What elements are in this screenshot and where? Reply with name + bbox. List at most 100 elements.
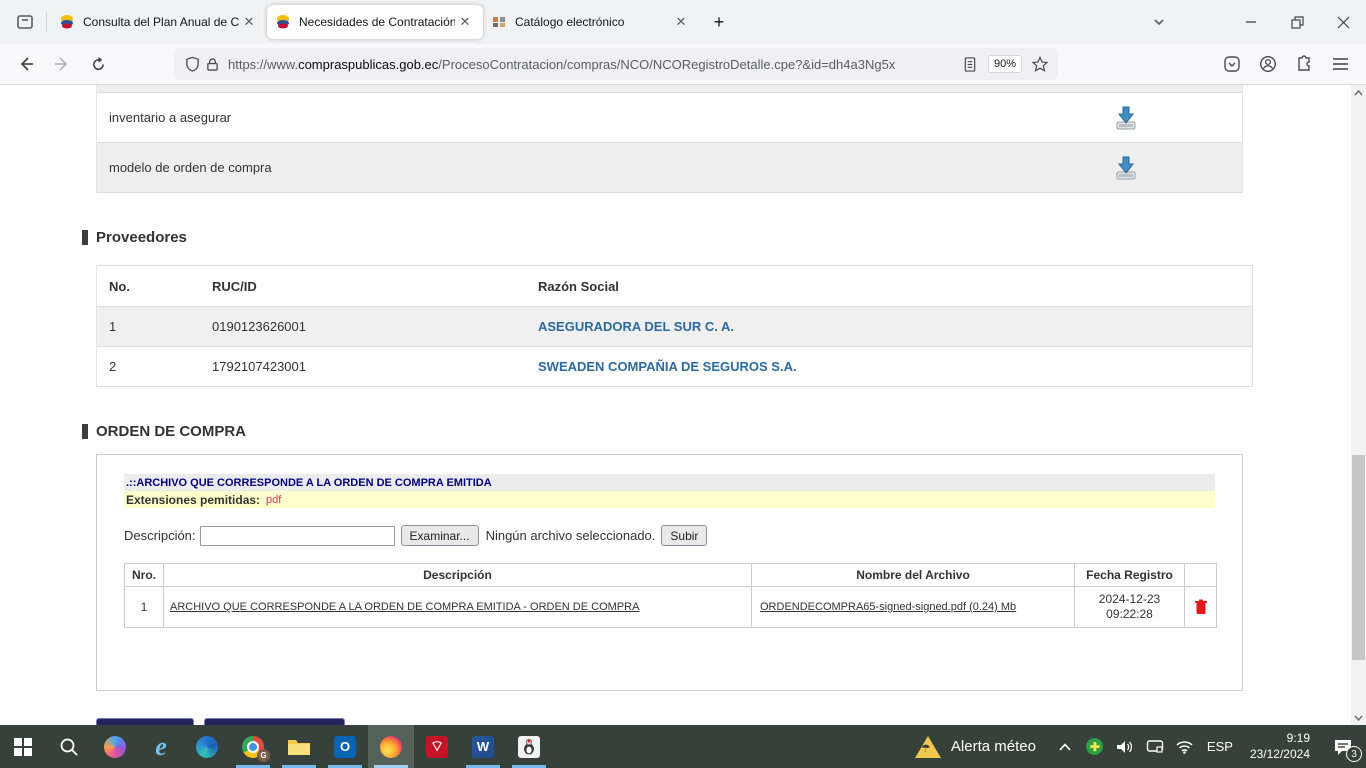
tray-chevron-up-icon[interactable] bbox=[1050, 725, 1080, 768]
clock-time: 9:19 bbox=[1286, 730, 1310, 745]
cell-fecha: 2024-12-23 09:22:28 bbox=[1075, 587, 1185, 627]
download-icon[interactable] bbox=[1112, 154, 1140, 182]
bottom-buttons: Regresar Publicar Archivo bbox=[96, 718, 1253, 725]
tab-separator bbox=[46, 12, 47, 32]
attachments-table: inventario a asegurar modelo de orden de… bbox=[96, 85, 1243, 193]
nav-toolbar: https://www.compraspublicas.gob.ec/Proce… bbox=[0, 44, 1366, 85]
wifi-icon[interactable] bbox=[1170, 725, 1200, 768]
account-icon[interactable] bbox=[1258, 54, 1278, 74]
notification-center-icon[interactable]: 3 bbox=[1320, 725, 1366, 768]
url-bar[interactable]: https://www.compraspublicas.gob.ec/Proce… bbox=[174, 48, 1058, 80]
col-header-fecha: Fecha Registro bbox=[1075, 564, 1185, 586]
file-nombre-link[interactable]: ORDENDECOMPRA65-signed-signed.pdf (0.24)… bbox=[760, 601, 1016, 613]
col-header-ruc: RUC/ID bbox=[212, 278, 257, 294]
clock[interactable]: 9:19 23/12/2024 bbox=[1240, 731, 1320, 762]
word-icon[interactable]: W bbox=[460, 725, 506, 768]
back-button[interactable] bbox=[10, 48, 42, 80]
col-header-descripcion: Descripción bbox=[164, 564, 752, 586]
cast-display-icon[interactable] bbox=[1140, 725, 1170, 768]
search-icon[interactable] bbox=[46, 725, 92, 768]
firefox-view-icon[interactable] bbox=[8, 7, 42, 37]
copilot-icon[interactable] bbox=[92, 725, 138, 768]
close-button[interactable] bbox=[1320, 0, 1366, 44]
imagej-icon[interactable] bbox=[506, 725, 552, 768]
clock-date: 23/12/2024 bbox=[1249, 746, 1310, 761]
zoom-level-badge[interactable]: 90% bbox=[987, 55, 1022, 73]
scroll-down-icon[interactable] bbox=[1351, 710, 1366, 725]
examinar-button[interactable]: Examinar... bbox=[400, 525, 479, 546]
col-header-nro: Nro. bbox=[125, 564, 164, 586]
regresar-button[interactable]: Regresar bbox=[96, 718, 195, 725]
scrollbar-thumb[interactable] bbox=[1352, 455, 1365, 660]
section-title-text: ORDEN DE COMPRA bbox=[96, 423, 247, 440]
outlook-icon[interactable]: O bbox=[322, 725, 368, 768]
new-tab-button[interactable]: + bbox=[705, 8, 733, 36]
vertical-scrollbar[interactable] bbox=[1351, 85, 1366, 725]
section-title-text: Proveedores bbox=[96, 229, 187, 246]
subir-button[interactable]: Subir bbox=[661, 525, 708, 546]
extensiones-value: pdf bbox=[266, 493, 282, 506]
url-text[interactable]: https://www.compraspublicas.gob.ec/Proce… bbox=[228, 57, 960, 72]
weather-widget[interactable]: ☂ Alerta méteo bbox=[901, 735, 1050, 758]
menu-hamburger-icon[interactable] bbox=[1330, 54, 1350, 74]
descripcion-label: Descripción: bbox=[124, 528, 196, 543]
delete-trash-icon[interactable] bbox=[1194, 599, 1208, 615]
notification-badge: 3 bbox=[1346, 746, 1362, 762]
acrobat-icon[interactable]: ⌔ bbox=[414, 725, 460, 768]
attachment-label: inventario a asegurar bbox=[109, 110, 232, 125]
col-header-razon: Razón Social bbox=[538, 278, 619, 294]
weather-alert-icon: ☂ bbox=[914, 735, 941, 758]
proveedores-header-row: No. RUC/ID Razón Social bbox=[97, 266, 1252, 306]
descripcion-input[interactable] bbox=[199, 525, 395, 546]
extensions-icon[interactable] bbox=[1294, 54, 1314, 74]
file-table: Nro. Descripción Nombre del Archivo Fech… bbox=[124, 563, 1217, 628]
file-explorer-icon[interactable] bbox=[276, 725, 322, 768]
cell-nro: 1 bbox=[125, 587, 164, 627]
tab-list-chevron-icon[interactable] bbox=[1142, 0, 1176, 44]
file-descripcion-link[interactable]: ARCHIVO QUE CORRESPONDE A LA ORDEN DE CO… bbox=[170, 601, 639, 613]
restore-button[interactable] bbox=[1274, 0, 1320, 44]
start-button[interactable] bbox=[0, 725, 46, 768]
firefox-icon[interactable] bbox=[368, 725, 414, 768]
extensiones-label: Extensiones pemitidas: bbox=[126, 492, 261, 507]
page-content: inventario a asegurar modelo de orden de… bbox=[0, 85, 1366, 725]
internet-explorer-icon[interactable]: e bbox=[138, 725, 184, 768]
attachment-row: inventario a asegurar bbox=[97, 93, 1242, 143]
table-row: 2 1792107423001 SWEADEN COMPAÑIA DE SEGU… bbox=[97, 346, 1252, 386]
download-icon[interactable] bbox=[1112, 104, 1140, 132]
tab-close-icon[interactable]: ✕ bbox=[239, 12, 259, 32]
scroll-up-icon[interactable] bbox=[1351, 85, 1366, 100]
publicar-archivo-button[interactable]: Publicar Archivo bbox=[204, 718, 345, 725]
tab-necesidades[interactable]: Necesidades de Contratación y ✕ bbox=[267, 5, 483, 39]
proveedor-link[interactable]: SWEADEN COMPAÑIA DE SEGUROS S.A. bbox=[538, 359, 797, 374]
proveedores-section-title: Proveedores bbox=[82, 229, 1253, 246]
lock-icon[interactable] bbox=[202, 54, 222, 74]
bookmark-star-icon[interactable] bbox=[1030, 54, 1050, 74]
ecuador-favicon-icon bbox=[277, 15, 289, 29]
volume-icon[interactable] bbox=[1110, 725, 1140, 768]
tab-title: Necesidades de Contratación y bbox=[299, 15, 455, 29]
reload-button[interactable] bbox=[82, 48, 114, 80]
orden-box: .::ARCHIVO QUE CORRESPONDE A LA ORDEN DE… bbox=[96, 454, 1243, 691]
tab-catalogo[interactable]: Catálogo electrónico ✕ bbox=[483, 5, 699, 39]
proveedor-link[interactable]: ASEGURADORA DEL SUR C. A. bbox=[538, 319, 734, 334]
reader-view-icon[interactable] bbox=[960, 54, 980, 74]
no-file-text: Ningún archivo seleccionado. bbox=[485, 528, 656, 543]
antivirus-tray-icon[interactable]: ✚ bbox=[1080, 725, 1110, 768]
tab-plan-anual[interactable]: Consulta del Plan Anual de Con ✕ bbox=[51, 5, 267, 39]
edge-icon[interactable] bbox=[184, 725, 230, 768]
table-row: 1 0190123626001 ASEGURADORA DEL SUR C. A… bbox=[97, 306, 1252, 346]
system-tray: ☂ Alerta méteo ✚ ESP 9:19 23/12/2024 3 bbox=[901, 725, 1366, 768]
orden-section-title: ORDEN DE COMPRA bbox=[82, 423, 1253, 440]
tab-title: Consulta del Plan Anual de Con bbox=[83, 15, 239, 29]
tab-close-icon[interactable]: ✕ bbox=[455, 12, 475, 32]
cell-no: 2 bbox=[109, 359, 117, 374]
shield-icon[interactable] bbox=[182, 54, 202, 74]
minimize-button[interactable] bbox=[1228, 0, 1274, 44]
extensiones-band: Extensiones pemitidas: pdf bbox=[124, 491, 1215, 508]
pocket-icon[interactable] bbox=[1222, 54, 1242, 74]
forward-button[interactable] bbox=[46, 48, 78, 80]
tab-close-icon[interactable]: ✕ bbox=[671, 12, 691, 32]
language-indicator[interactable]: ESP bbox=[1200, 725, 1240, 768]
chrome-icon[interactable]: G bbox=[230, 725, 276, 768]
